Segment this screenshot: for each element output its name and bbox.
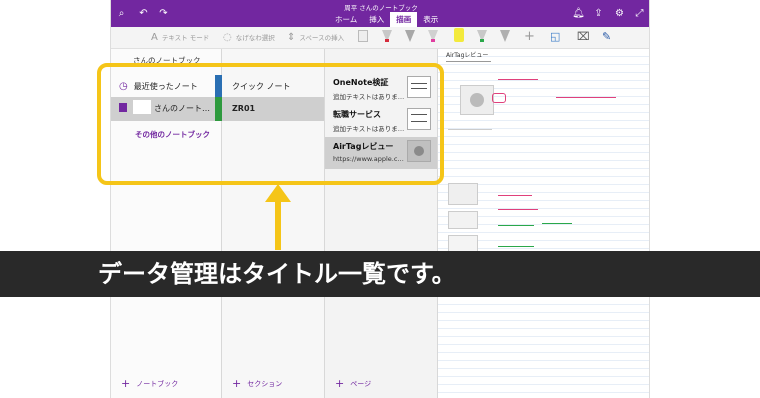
plus-icon: + (232, 377, 242, 390)
insert-space-icon: ⇕ (287, 32, 296, 43)
title-underline (446, 61, 491, 62)
redo-icon[interactable]: ↷ (157, 7, 170, 20)
bell-icon[interactable]: 🔔︎ (572, 7, 585, 20)
lasso-select-button[interactable]: ◌ なげなわ選択 (223, 32, 275, 43)
expand-icon[interactable]: ⤢ (633, 7, 646, 20)
pen-gray[interactable] (404, 27, 416, 44)
plus-icon: + (121, 377, 131, 390)
onenote-window: 周平 さんのノートブック ⌕ ↶ ↷ ホーム 挿入 描画 表示 🔔︎ ⇪ ⚙ ⤢… (110, 0, 650, 398)
add-notebook-button[interactable]: + ノートブック (121, 377, 178, 390)
plus-icon: + (335, 377, 345, 390)
highlighter-yellow[interactable] (453, 27, 465, 44)
ink-stroke (498, 195, 532, 196)
text-mode-button[interactable]: A テキスト モード (151, 32, 209, 43)
ink-stroke (542, 223, 572, 224)
tab-draw[interactable]: 描画 (390, 12, 418, 27)
ribbon-tabs: ホーム 挿入 描画 表示 (329, 12, 444, 27)
ink-stroke (498, 225, 534, 247)
product-image (460, 85, 494, 115)
canvas-image (448, 211, 478, 229)
canvas-page-title: AirTagレビュー (446, 52, 489, 59)
pen-green[interactable] (476, 27, 488, 44)
note-canvas[interactable]: AirTagレビュー (438, 49, 649, 398)
ink-stroke (498, 209, 538, 210)
ink-stroke (498, 79, 538, 81)
add-pen-icon[interactable]: + (524, 29, 535, 44)
undo-icon[interactable]: ↶ (137, 7, 150, 20)
draw-ribbon: A テキスト モード ◌ なげなわ選択 ⇕ スペースの挿入 + ◱ ⌧ ✎ (111, 27, 649, 49)
insert-space-button[interactable]: ⇕ スペースの挿入 (287, 32, 344, 43)
ruler-icon[interactable]: ⌧ (577, 30, 590, 43)
up-arrow-icon (265, 184, 291, 250)
text-block (448, 129, 492, 163)
text-mode-icon: A (151, 32, 158, 43)
tab-home[interactable]: ホーム (329, 12, 363, 27)
lasso-icon: ◌ (223, 32, 232, 43)
highlight-box (97, 63, 444, 185)
ink-stroke (556, 97, 616, 98)
share-icon[interactable]: ⇪ (592, 7, 605, 20)
tab-insert[interactable]: 挿入 (363, 12, 390, 27)
pen-red[interactable] (381, 27, 393, 44)
ink-stroke (492, 93, 506, 103)
ink-replay-icon[interactable]: ✎ (602, 30, 611, 43)
tab-view[interactable]: 表示 (417, 12, 444, 27)
add-page-button[interactable]: + ページ (335, 377, 371, 390)
document-title: 周平 さんのノートブック (344, 4, 418, 12)
title-bar: 周平 さんのノートブック ⌕ ↶ ↷ ホーム 挿入 描画 表示 🔔︎ ⇪ ⚙ ⤢ (111, 0, 649, 27)
gear-icon[interactable]: ⚙ (613, 7, 626, 20)
add-section-button[interactable]: + セクション (232, 377, 282, 390)
pen-pink[interactable] (427, 27, 439, 44)
ink-to-shape-icon[interactable]: ◱ (550, 30, 560, 43)
canvas-image (448, 183, 478, 205)
eraser-tool[interactable] (357, 27, 369, 44)
search-icon[interactable]: ⌕ (115, 7, 128, 20)
caption-banner: データ管理はタイトル一覧です。 (0, 251, 760, 297)
screenshot-stage: 周平 さんのノートブック ⌕ ↶ ↷ ホーム 挿入 描画 表示 🔔︎ ⇪ ⚙ ⤢… (0, 0, 760, 398)
pen-gray-2[interactable] (499, 27, 511, 44)
